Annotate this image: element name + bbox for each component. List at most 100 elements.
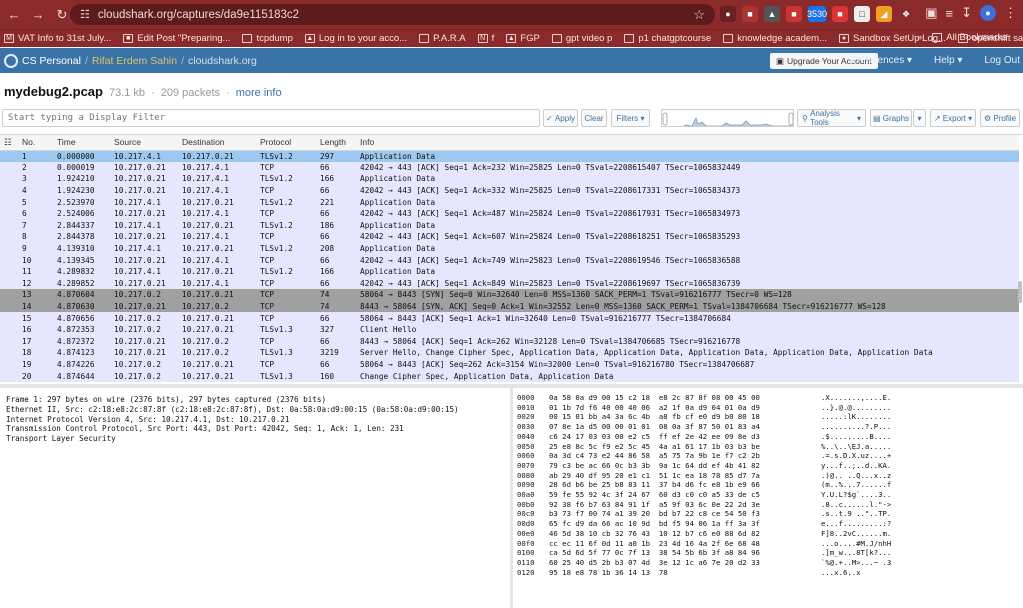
table-row[interactable]: 16 4.872353 10.217.0.2 10.217.0.21 TLSv1.3 32…: [0, 323, 1019, 336]
bookmark-item[interactable]: gpt video p: [551, 33, 612, 44]
extension-icon[interactable]: ■: [742, 6, 758, 22]
pane-divider-vertical[interactable]: [510, 388, 513, 608]
row-marker: [0, 370, 18, 382]
extension-icon[interactable]: ●: [720, 6, 736, 22]
column-header[interactable]: Time: [53, 135, 110, 151]
folder-icon: [242, 34, 253, 43]
hex-offset: 0090: [517, 480, 535, 490]
column-header[interactable]: Protocol: [256, 135, 316, 151]
bookmark-item[interactable]: ▲ FGP: [506, 33, 540, 44]
clear-button[interactable]: Clear: [581, 109, 607, 127]
extension-icon[interactable]: □: [854, 6, 870, 22]
table-row[interactable]: 20 4.874644 10.217.0.2 10.217.0.21 TLSv1.3 16…: [0, 370, 1019, 382]
bookmark-item[interactable]: ■ Edit Post "Preparing...: [123, 33, 230, 44]
table-row[interactable]: 4 1.924230 10.217.0.21 10.217.4.1 TCP 66 42042…: [0, 184, 1019, 197]
table-row[interactable]: 10 4.139345 10.217.0.21 10.217.4.1 TCP 66 4204…: [0, 254, 1019, 266]
table-row[interactable]: 15 4.870656 10.217.0.2 10.217.0.21 TCP 66 5806…: [0, 312, 1019, 324]
camera-icon[interactable]: ▣: [925, 5, 937, 21]
packet-timeline-chart[interactable]: [661, 109, 794, 127]
table-row[interactable]: 9 4.139310 10.217.4.1 10.217.0.21 TLSv1.2 208…: [0, 242, 1019, 255]
bookmark-item[interactable]: knowledge academ...: [723, 33, 827, 44]
extension-icon[interactable]: ◢: [876, 6, 892, 22]
table-row[interactable]: 14 4.870630 10.217.0.21 10.217.0.2 TCP 74 8443…: [0, 300, 1019, 313]
graphs-dropdown[interactable]: ▾: [913, 109, 926, 127]
bookmark-item[interactable]: M VAT Info to 31st July...: [4, 33, 111, 44]
all-bookmarks[interactable]: All Bookmarks: [932, 32, 1007, 43]
analysis-tools-dropdown[interactable]: ⚲ Analysis Tools ▾: [797, 109, 866, 127]
download-icon[interactable]: ↧: [961, 5, 972, 21]
packet-table: ☷ No. Time Source Destination Protocol L…: [0, 135, 1019, 382]
apply-button[interactable]: ✓ Apply: [543, 109, 578, 127]
column-header[interactable]: No.: [18, 135, 53, 151]
profile-button[interactable]: ⚙ Profile: [980, 109, 1020, 127]
site-settings-icon[interactable]: ☷: [80, 8, 90, 21]
puzzle-icon[interactable]: ❖: [898, 6, 914, 22]
bookmark-item[interactable]: P.A.R.A: [419, 33, 466, 44]
cloudshark-logo-icon[interactable]: [4, 53, 18, 68]
extension-icon[interactable]: ■: [786, 6, 802, 22]
table-row[interactable]: 2 0.000019 10.217.0.21 10.217.4.1 TCP 66 42042…: [0, 161, 1019, 174]
table-row[interactable]: 12 4.289852 10.217.0.21 10.217.4.1 TCP 66 4204…: [0, 277, 1019, 290]
table-row[interactable]: 11 4.289832 10.217.4.1 10.217.0.21 TLSv1.2 16…: [0, 265, 1019, 278]
chevron-right-icon[interactable]: »: [917, 32, 922, 43]
column-header[interactable]: Source: [110, 135, 178, 151]
table-row[interactable]: 17 4.872372 10.217.0.21 10.217.0.2 TCP 66 8443…: [0, 335, 1019, 348]
extension-icon[interactable]: ▲: [764, 6, 780, 22]
user-link[interactable]: Rifat Erdem Sahin: [92, 55, 177, 67]
table-row[interactable]: 19 4.874226 10.217.0.2 10.217.0.21 TCP 66 5806…: [0, 358, 1019, 371]
bookmark-item[interactable]: tcpdump: [242, 33, 293, 44]
logout-link[interactable]: Log Out: [984, 55, 1020, 66]
bookmark-item[interactable]: p1 chatgptcourse: [624, 33, 711, 44]
reload-icon[interactable]: ↻: [52, 5, 72, 25]
more-vert-icon[interactable]: ⋮: [1004, 5, 1017, 21]
table-row[interactable]: 18 4.874123 10.217.0.21 10.217.0.2 TLSv1.3 32…: [0, 347, 1019, 359]
table-row[interactable]: 3 1.924210 10.217.0.21 10.217.4.1 TLSv1.2 166…: [0, 173, 1019, 185]
column-header[interactable]: Destination: [178, 135, 256, 151]
forward-icon[interactable]: →: [28, 5, 48, 25]
detail-line[interactable]: Ethernet II, Src: c2:18:e8:2c:87:8f (c2:…: [6, 405, 506, 415]
menu-icon[interactable]: ≡: [946, 6, 954, 21]
url-bar[interactable]: ☷ cloudshark.org/captures/da9e115183c2 ☆: [70, 4, 715, 25]
table-row[interactable]: 8 2.844378 10.217.0.21 10.217.4.1 TCP 66 42042…: [0, 231, 1019, 243]
detail-line[interactable]: Internet Protocol Version 4, Src: 10.217…: [6, 415, 506, 425]
hex-bytes: 0a 3d c4 73 e2 44 86 58 a5 75 7a 9b 1e f…: [549, 451, 760, 461]
table-cell: 3: [18, 173, 53, 185]
column-menu-icon[interactable]: ☷: [0, 135, 18, 151]
filters-dropdown[interactable]: Filters ▾: [611, 109, 650, 127]
graphs-button[interactable]: ▤ Graphs: [870, 109, 912, 127]
table-row[interactable]: 7 2.844337 10.217.4.1 10.217.0.21 TLSv1.2 186…: [0, 219, 1019, 232]
bookmark-item[interactable]: Nf: [477, 33, 494, 44]
display-filter-input[interactable]: [2, 109, 540, 127]
profile-avatar[interactable]: ●: [980, 5, 996, 21]
more-info-link[interactable]: more info: [236, 87, 282, 99]
hex-offset: 0080: [517, 470, 535, 480]
column-header[interactable]: Info: [356, 135, 1019, 151]
workspace-link[interactable]: CS Personal: [22, 55, 81, 67]
table-cell: 10.217.0.21: [110, 277, 178, 290]
bookmark-item[interactable]: ▲ Log in to your acco...: [304, 33, 407, 44]
table-cell: 10.217.4.1: [178, 184, 256, 197]
meta-separator: ·: [151, 87, 155, 99]
export-dropdown[interactable]: ↗ Export ▾: [930, 109, 976, 127]
extension-badge[interactable]: 3530: [807, 6, 827, 22]
column-header[interactable]: Length: [316, 135, 356, 151]
table-row[interactable]: 1 0.000000 10.217.4.1 10.217.0.21 TLSv1.2 297…: [0, 150, 1019, 162]
scrollbar-thumb[interactable]: [1018, 281, 1022, 303]
help-menu[interactable]: Help ▾: [934, 55, 962, 66]
table-cell: 12: [18, 277, 53, 290]
site-link[interactable]: cloudshark.org: [188, 55, 257, 67]
back-icon[interactable]: ←: [4, 5, 24, 25]
table-cell: 5: [18, 196, 53, 208]
detail-line[interactable]: Frame 1: 297 bytes on wire (2376 bits), …: [6, 395, 506, 405]
table-row[interactable]: 13 4.870604 10.217.0.2 10.217.0.21 TCP 74 5806…: [0, 289, 1019, 301]
bookmark-star-icon[interactable]: ☆: [693, 7, 705, 23]
hex-ascii: (m..%...7......f: [821, 480, 892, 490]
hex-row: 0050 25 e8 8c 5c f9 e2 5c 45 4a a1 61 17 …: [517, 442, 921, 452]
hex-row: 0040 c6 24 17 03 03 00 e2 c5 ff ef 2e 42 …: [517, 432, 921, 442]
preferences-menu[interactable]: Preferences ▾: [850, 55, 912, 66]
detail-line[interactable]: Transport Layer Security: [6, 434, 506, 444]
extension-icon[interactable]: ■: [832, 6, 848, 22]
detail-line[interactable]: Transmission Control Protocol, Src Port:…: [6, 424, 506, 434]
table-row[interactable]: 5 2.523970 10.217.4.1 10.217.0.21 TLSv1.2 221…: [0, 196, 1019, 208]
table-row[interactable]: 6 2.524006 10.217.0.21 10.217.4.1 TCP 66 42042…: [0, 207, 1019, 220]
